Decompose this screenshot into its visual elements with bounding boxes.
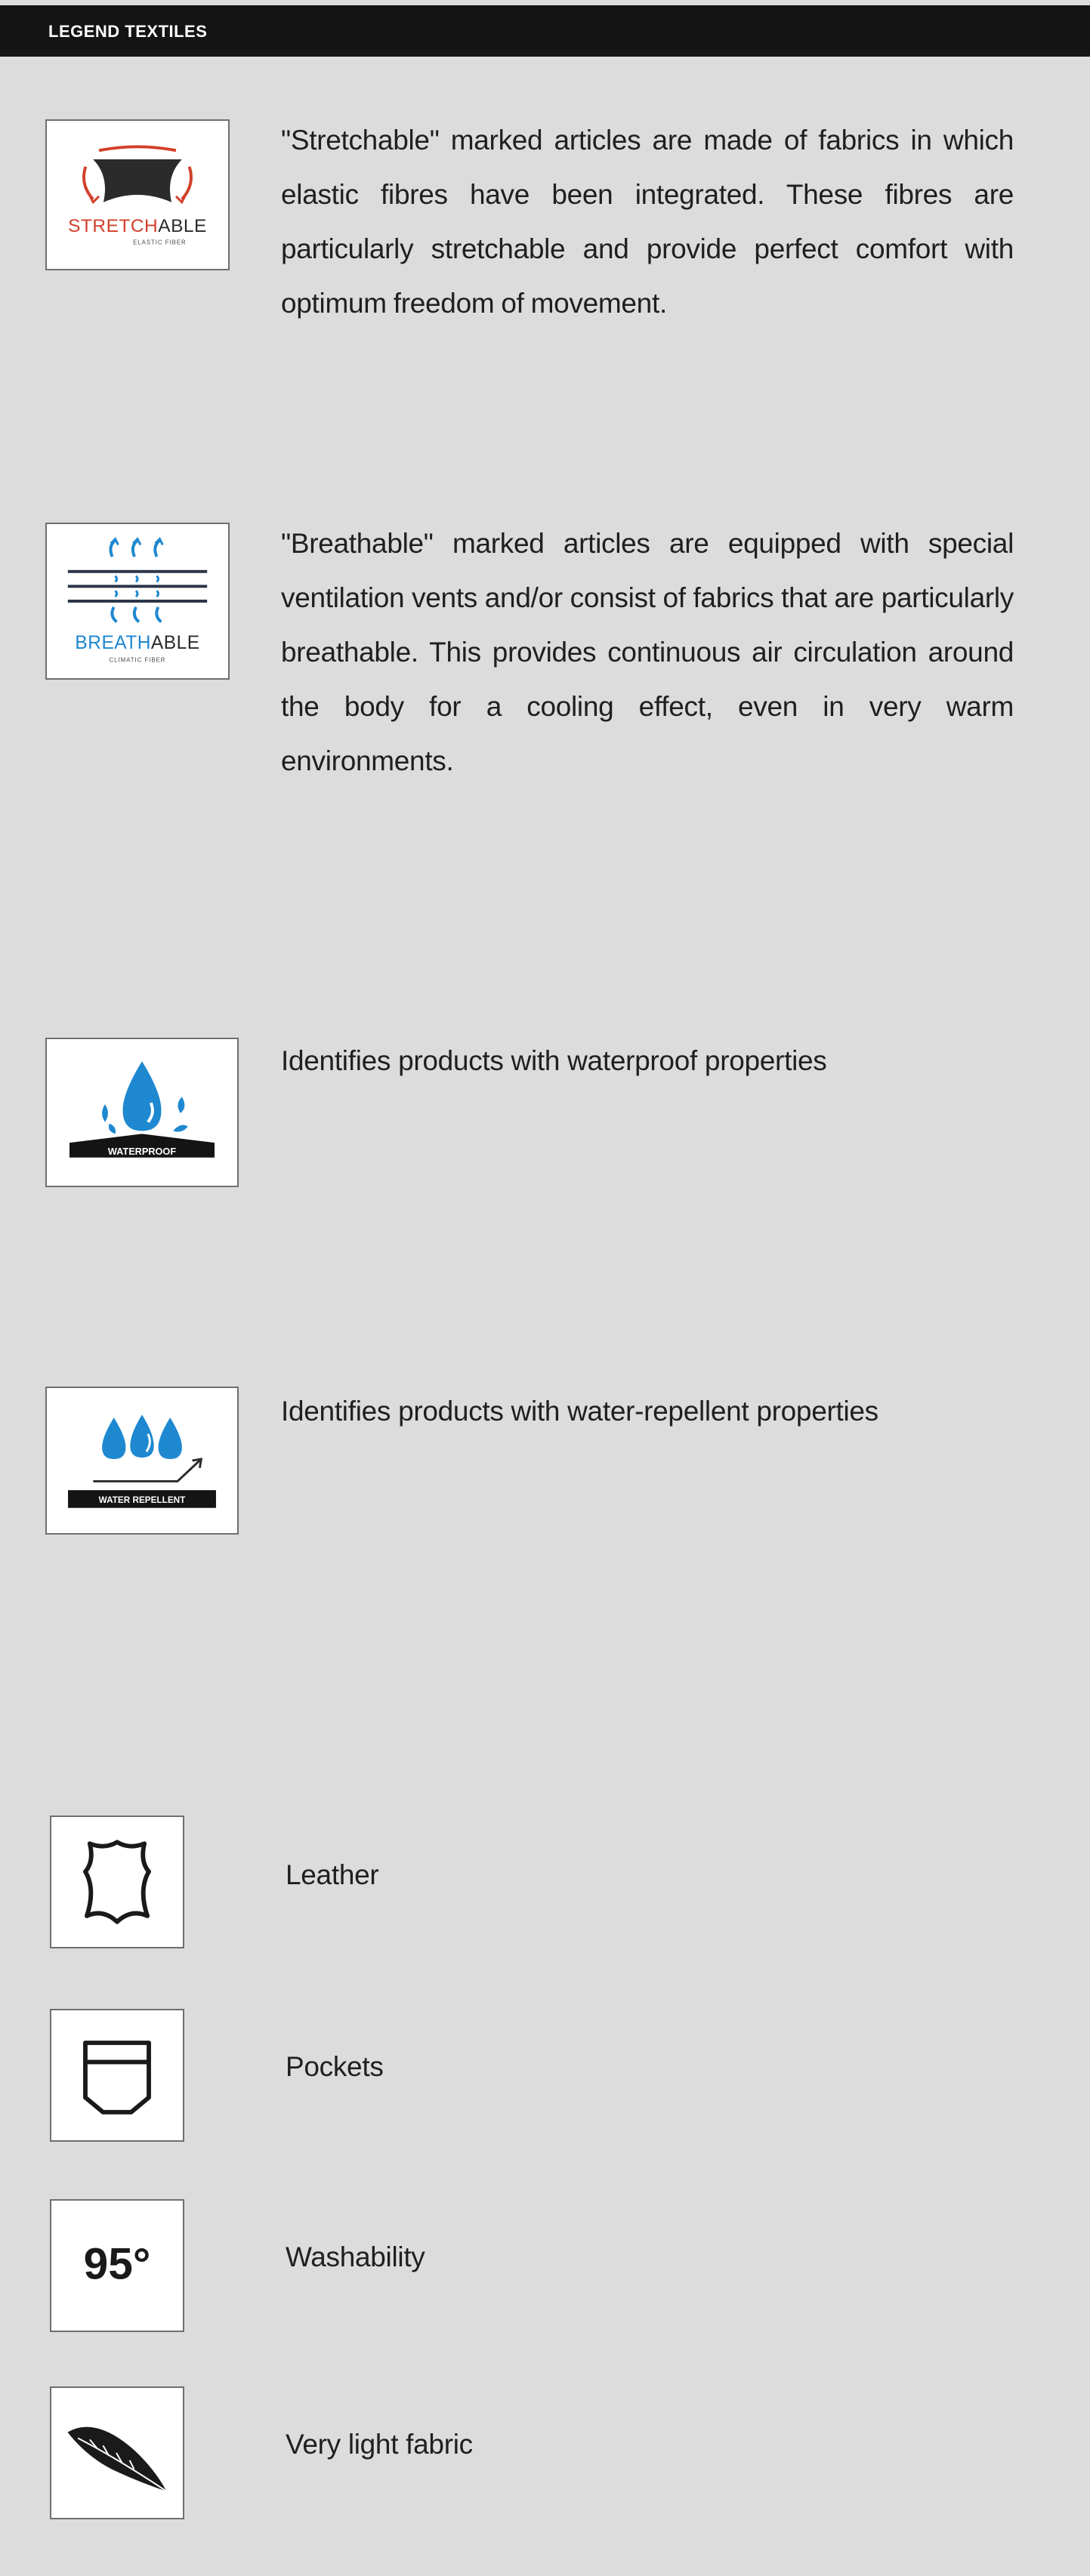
waterproof-badge-label: WATERPROOF [108,1146,176,1157]
svg-text:STRETCHABLE: STRETCHABLE [68,216,207,236]
svg-text:BREATHABLE: BREATHABLE [75,633,199,653]
feature-label-leather: Leather [286,1859,379,1890]
leather-icon [50,1816,184,1948]
waterproof-description: Identifies products with waterproof prop… [281,1045,827,1076]
feature-label-very-light-fabric: Very light fabric [286,2429,473,2460]
feature-label-washability: Washability [286,2241,425,2272]
stretchable-description: "Stretchable" marked articles are made o… [281,125,1014,319]
stretchable-badge-accent: ABLE [158,216,207,236]
breathable-icon: BREATHABLE CLIMATIC FIBER [45,523,230,680]
feather-icon [50,2386,184,2519]
stretchable-badge-sub: ELASTIC FIBER [133,239,187,246]
washability-temperature: 95° [84,2240,151,2289]
breathable-badge-accent: ABLE [151,633,200,653]
page-title: LEGEND TEXTILES [48,22,208,41]
stretchable-icon: STRETCHABLE ELASTIC FIBER [45,119,230,270]
feature-label-pockets: Pockets [286,2051,384,2082]
breathable-badge-sub: CLIMATIC FIBER [110,656,166,663]
waterproof-icon: WATERPROOF [45,1038,239,1187]
washability-icon: 95° [50,2199,184,2332]
header-bar: LEGEND TEXTILES [0,5,1090,57]
pocket-icon [50,2009,184,2142]
breathable-description: "Breathable" marked articles are equippe… [281,528,1014,776]
breathable-badge-main: BREATH [75,633,151,653]
stretchable-badge-main: STRETCH [68,216,158,236]
water-repellent-badge-label: WATER REPELLENT [99,1495,186,1505]
water-repellent-icon: WATER REPELLENT [45,1387,239,1535]
water-repellent-description: Identifies products with water-repellent… [281,1396,878,1427]
